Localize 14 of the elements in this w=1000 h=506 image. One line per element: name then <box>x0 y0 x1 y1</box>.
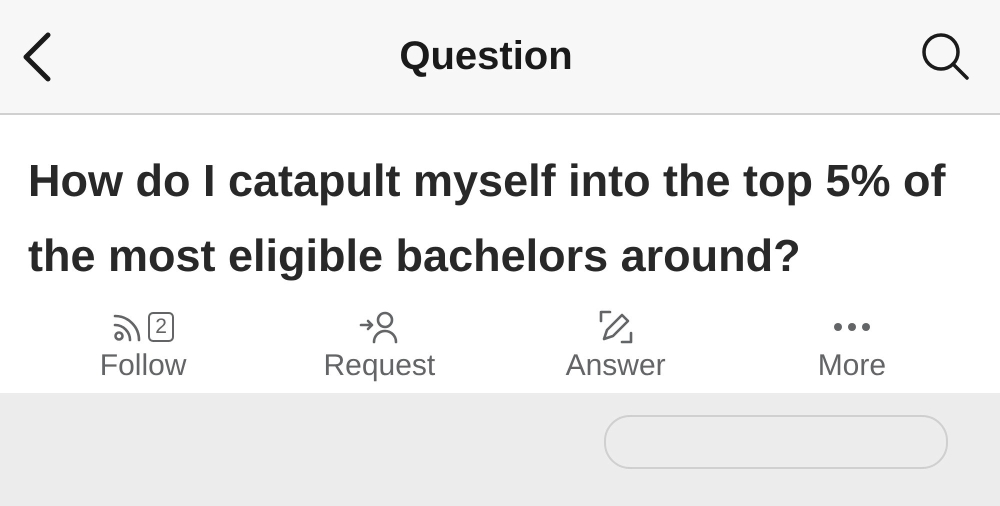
pencil-icon <box>598 309 634 345</box>
page-title: Question <box>399 34 573 79</box>
back-icon <box>22 30 52 82</box>
follower-count: 2 <box>148 312 174 342</box>
add-person-icon <box>359 310 400 344</box>
action-button[interactable]: Answer <box>566 307 666 383</box>
action-button[interactable]: Request <box>324 307 436 383</box>
more-icon <box>832 322 872 332</box>
search-button[interactable] <box>920 30 972 82</box>
search-icon <box>920 30 972 82</box>
question-title: How do I catapult myself into the top 5% of the most eligible bachelors around? <box>27 154 947 283</box>
action-button[interactable]: More <box>818 307 886 383</box>
action-button[interactable]: 2 Follow <box>100 307 186 383</box>
back-button[interactable] <box>22 30 52 82</box>
